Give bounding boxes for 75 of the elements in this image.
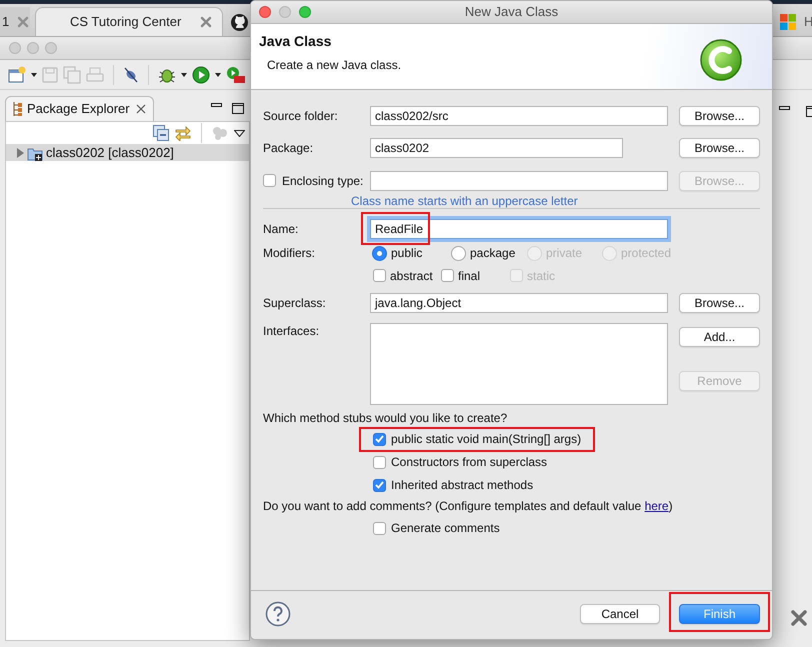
browse-button[interactable]: Browse... bbox=[679, 138, 760, 158]
hint-text: Class name starts with an uppercase letter bbox=[350, 194, 579, 208]
expand-triangle-icon[interactable] bbox=[16, 148, 25, 158]
caret-icon[interactable] bbox=[181, 72, 187, 76]
browse-button[interactable]: Browse... bbox=[679, 293, 760, 313]
caret-icon[interactable] bbox=[234, 130, 245, 136]
checkbox-label: abstract bbox=[390, 268, 433, 284]
page-description: Create a new Java class. bbox=[267, 58, 402, 72]
maximize-icon[interactable] bbox=[232, 103, 244, 114]
checkbox-label: Constructors from superclass bbox=[391, 455, 548, 470]
browser-tab[interactable]: CS Tutoring Center bbox=[35, 7, 223, 36]
view-tab[interactable]: Package Explorer bbox=[5, 96, 154, 121]
window-close-button[interactable] bbox=[259, 6, 271, 18]
interfaces-list[interactable] bbox=[370, 323, 668, 405]
text-field[interactable] bbox=[370, 171, 668, 191]
window-minimize-button[interactable] bbox=[27, 42, 39, 54]
checkbox-label: public static void main(String[] args) bbox=[391, 432, 582, 447]
window-minimize-button[interactable] bbox=[279, 6, 291, 18]
minimize-icon[interactable] bbox=[211, 103, 222, 108]
question-text: Do you want to add comments? (Configure templates and default value here) bbox=[263, 498, 674, 514]
field-label: Name: bbox=[263, 222, 298, 236]
play-toolbox-icon[interactable] bbox=[226, 66, 246, 84]
tree-item[interactable]: class0202 [class0202] bbox=[6, 144, 249, 161]
text-field[interactable]: java.lang.Object bbox=[370, 293, 668, 313]
window-title: New Java Class bbox=[464, 4, 558, 20]
text-field[interactable]: class0202 bbox=[370, 138, 623, 158]
name-field[interactable]: ReadFile bbox=[370, 219, 668, 239]
question-text: Which method stubs would you like to create? bbox=[263, 410, 508, 426]
collapse-all-icon[interactable] bbox=[153, 125, 169, 141]
circle-logo-icon[interactable] bbox=[231, 14, 248, 30]
checkbox[interactable] bbox=[373, 478, 386, 492]
field-label: Modifiers: bbox=[263, 246, 316, 260]
radio-button[interactable] bbox=[372, 246, 387, 260]
text-field[interactable]: class0202/src bbox=[370, 106, 668, 126]
browse-button[interactable]: Browse... bbox=[679, 106, 760, 126]
field-label: Enclosing type: bbox=[282, 174, 364, 188]
play-icon[interactable] bbox=[192, 66, 210, 84]
package-tree-icon bbox=[12, 102, 22, 116]
slashed-circle-icon[interactable] bbox=[123, 66, 139, 84]
bookmark-label[interactable]: H bbox=[804, 14, 812, 30]
new-file-icon[interactable] bbox=[8, 66, 26, 84]
close-icon[interactable] bbox=[134, 103, 147, 115]
field-label: Package: bbox=[263, 140, 314, 156]
radio-label: package bbox=[470, 246, 516, 260]
four-squares-icon[interactable] bbox=[780, 14, 796, 30]
window-zoom-button[interactable] bbox=[45, 42, 57, 54]
caret-icon[interactable] bbox=[215, 72, 221, 76]
cancel-button[interactable]: Cancel bbox=[580, 604, 660, 624]
checkbox[interactable] bbox=[373, 269, 386, 282]
checkbox-label: final bbox=[458, 268, 480, 284]
field-label: Source folder: bbox=[263, 108, 338, 124]
window-close-button[interactable] bbox=[9, 42, 21, 54]
field-label: Superclass: bbox=[263, 296, 326, 310]
page-title: Java Class bbox=[259, 33, 332, 50]
radio-button[interactable] bbox=[451, 246, 466, 260]
minimize-icon[interactable] bbox=[779, 106, 790, 111]
close-icon[interactable] bbox=[200, 16, 212, 28]
window-zoom-button[interactable] bbox=[299, 6, 311, 18]
checkbox-label: Inherited abstract methods bbox=[391, 478, 534, 493]
radio-label: public bbox=[391, 246, 422, 260]
close-icon[interactable] bbox=[791, 610, 807, 626]
templates-link[interactable]: here bbox=[644, 499, 669, 513]
checkbox[interactable] bbox=[373, 456, 386, 469]
add-button[interactable]: Add... bbox=[679, 327, 760, 347]
checkbox-label: Generate comments bbox=[391, 520, 500, 536]
help-icon[interactable] bbox=[265, 601, 291, 627]
dots-icon[interactable] bbox=[212, 126, 228, 140]
link-arrows-icon[interactable] bbox=[175, 125, 191, 141]
checkbox[interactable] bbox=[441, 269, 454, 282]
field-label: Interfaces: bbox=[263, 324, 320, 338]
caret-icon[interactable] bbox=[31, 72, 37, 76]
checkbox[interactable] bbox=[373, 522, 386, 534]
class-icon bbox=[699, 38, 743, 82]
checkbox[interactable] bbox=[373, 432, 386, 446]
checkbox[interactable] bbox=[263, 174, 276, 188]
